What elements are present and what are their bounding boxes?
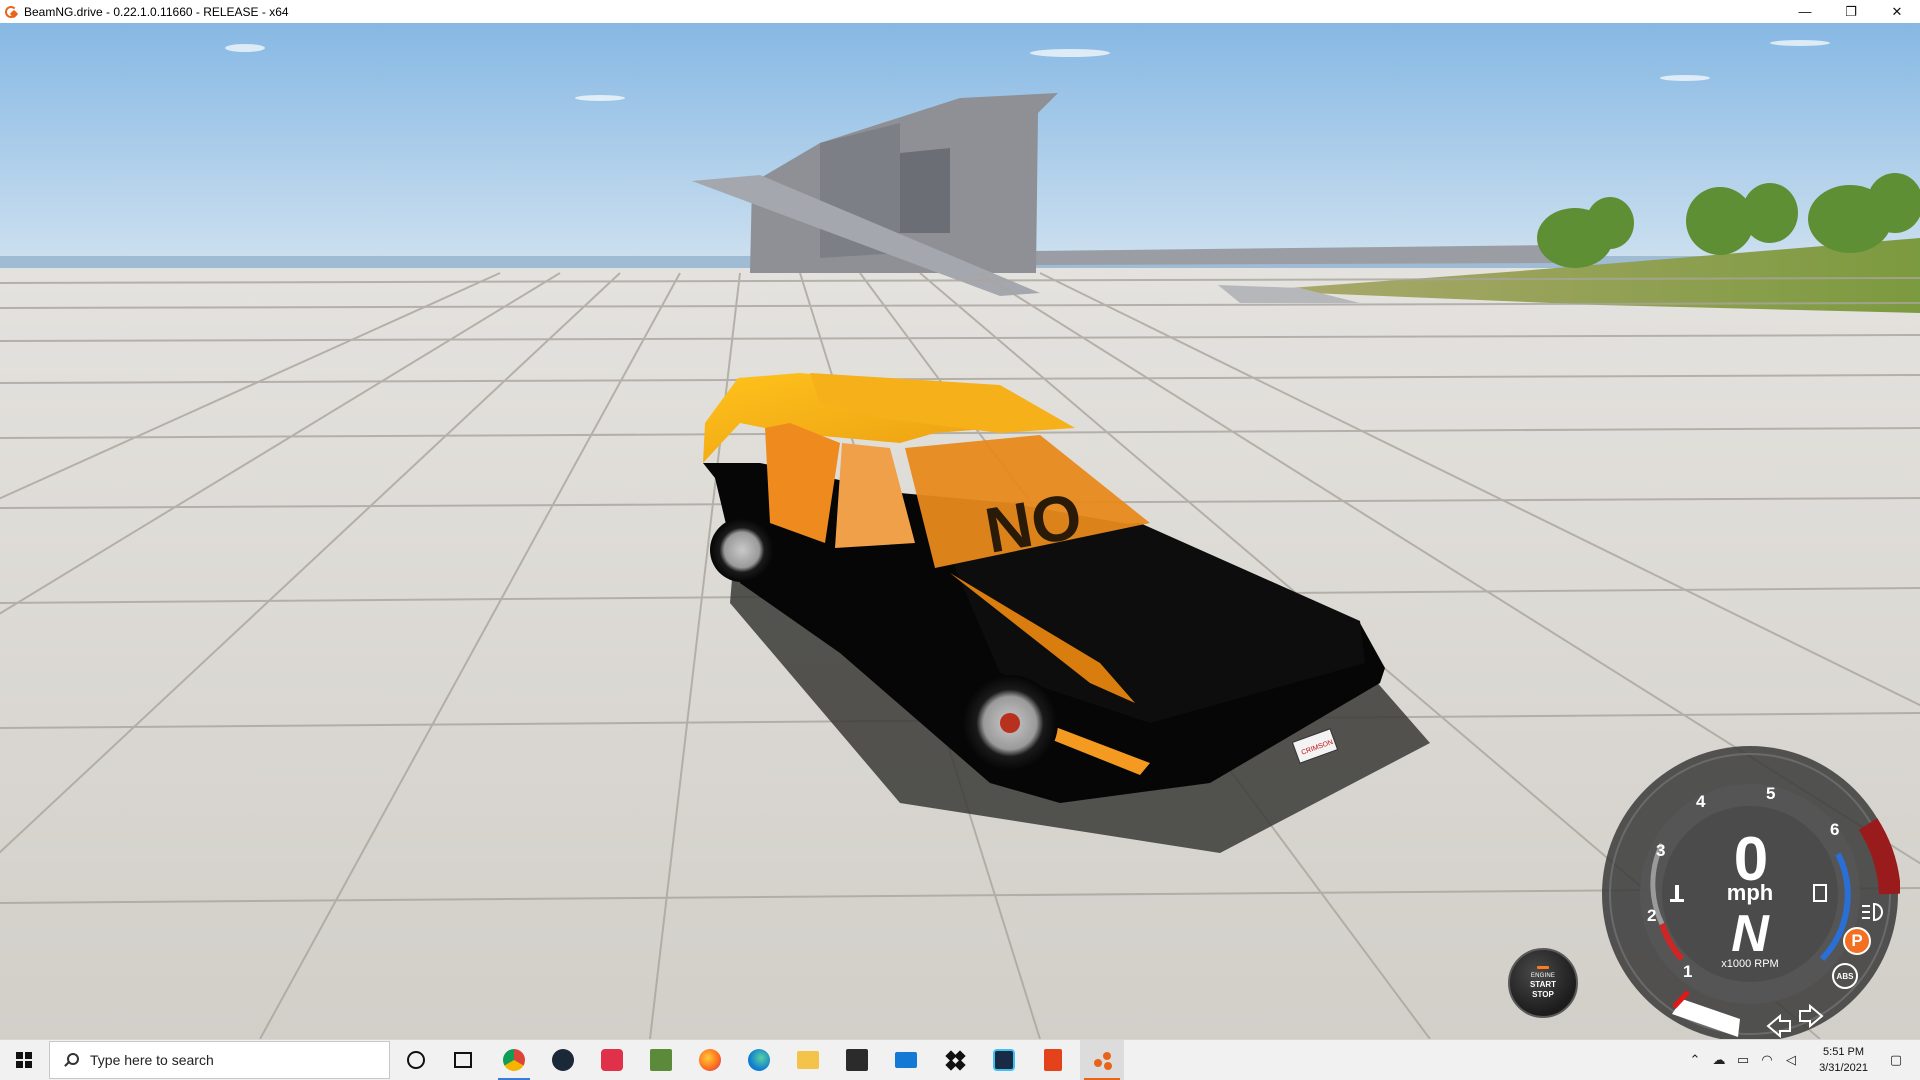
task-view-icon (454, 1052, 472, 1068)
search-placeholder: Type here to search (90, 1052, 214, 1068)
title-bar: BeamNG.drive - 0.22.1.0.11660 - RELEASE … (0, 0, 1920, 23)
store-icon (846, 1049, 868, 1071)
beamng-app[interactable] (1080, 1040, 1124, 1080)
beamng-icon (1091, 1049, 1113, 1071)
taskbar-search[interactable]: Type here to search (49, 1041, 390, 1079)
rpm-mark-4: 4 (1696, 792, 1706, 811)
notifications-icon[interactable]: ▢ (1876, 1040, 1916, 1080)
close-button[interactable]: ✕ (1874, 0, 1920, 23)
tray-chevron-icon[interactable]: ⌃ (1685, 1040, 1705, 1080)
minecraft-app[interactable] (639, 1040, 683, 1080)
chrome-icon (503, 1049, 525, 1071)
minimize-button[interactable]: — (1782, 0, 1828, 23)
file-explorer-app[interactable] (786, 1040, 830, 1080)
store-app[interactable] (835, 1040, 879, 1080)
abs-indicator: ABS (1832, 963, 1858, 989)
parking-brake-indicator: P (1843, 927, 1871, 955)
steam-icon (552, 1049, 574, 1071)
rpm-mark-3: 3 (1656, 841, 1666, 860)
chrome-app[interactable] (492, 1040, 536, 1080)
dropbox-app[interactable] (933, 1040, 977, 1080)
rpm-mark-1: 1 (1683, 962, 1693, 981)
start-button[interactable] (0, 1040, 48, 1080)
battery-icon[interactable]: ▭ (1732, 1040, 1754, 1080)
beamng-app-icon (4, 5, 18, 19)
clock-time: 5:51 PM (1823, 1046, 1865, 1058)
file-explorer-icon (797, 1051, 819, 1069)
window-controls: — ❐ ✕ (1782, 0, 1920, 23)
onedrive-icon[interactable]: ☁ (1708, 1040, 1730, 1080)
rpm-mark-5: 5 (1766, 784, 1776, 803)
engine-start-stop-button[interactable]: ENGINE START STOP (1508, 948, 1578, 1018)
office-icon (1044, 1049, 1062, 1071)
game-viewport[interactable]: NO CRIMSON ENGINE START STOP 0 mph N x10… (0, 23, 1920, 1039)
search-icon (64, 1053, 79, 1067)
game-app[interactable] (590, 1040, 634, 1080)
mail-icon (895, 1052, 917, 1068)
start-label: START (1529, 980, 1557, 989)
rpm-mark-6: 6 (1830, 820, 1840, 839)
wifi-icon[interactable]: ◠ (1756, 1040, 1778, 1080)
taskbar-clock[interactable]: 5:51 PM 3/31/2021 (1819, 1044, 1868, 1076)
cortana-button[interactable] (396, 1040, 436, 1080)
clock-date: 3/31/2021 (1819, 1062, 1868, 1074)
office-app[interactable] (1031, 1040, 1075, 1080)
cortana-icon (407, 1051, 425, 1069)
steam-app[interactable] (541, 1040, 585, 1080)
edge-icon (748, 1049, 770, 1071)
volume-icon[interactable]: ◁ (1780, 1040, 1802, 1080)
rpm-mark-2: 2 (1647, 906, 1657, 925)
stop-label: STOP (1532, 990, 1554, 999)
window-title: BeamNG.drive - 0.22.1.0.11660 - RELEASE … (24, 4, 289, 19)
engine-status-led (1537, 966, 1549, 969)
speed-gauge: 0 mph N x1000 RPM 1 2 3 4 5 6 P ABS (1600, 744, 1900, 1039)
minecraft-icon (650, 1049, 672, 1071)
unity-app[interactable] (982, 1040, 1026, 1080)
task-view-button[interactable] (443, 1040, 483, 1080)
windows-logo-icon (16, 1052, 32, 1068)
unity-icon (993, 1049, 1015, 1071)
edge-app[interactable] (737, 1040, 781, 1080)
firefox-icon (699, 1049, 721, 1071)
dropbox-icon (944, 1049, 966, 1071)
firefox-app[interactable] (688, 1040, 732, 1080)
mail-app[interactable] (884, 1040, 928, 1080)
game-app-icon (601, 1049, 623, 1071)
speed-unit: mph (1726, 880, 1774, 905)
restore-button[interactable]: ❐ (1828, 0, 1874, 23)
taskbar: Type here to search ⌃ ☁ ▭ ◠ ◁ 5:51 PM 3/… (0, 1039, 1920, 1080)
rear-wheel (710, 518, 774, 582)
engine-label: ENGINE (1530, 973, 1556, 979)
